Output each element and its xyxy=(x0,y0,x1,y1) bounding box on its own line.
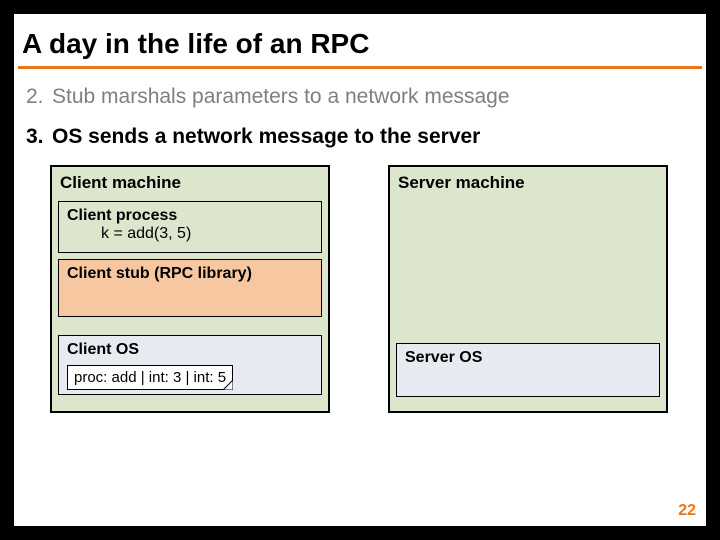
slide-title: A day in the life of an RPC xyxy=(14,14,706,66)
server-os-box: Server OS xyxy=(396,343,660,397)
client-process-box: Client process k = add(3, 5) xyxy=(58,201,322,253)
step-text: Stub marshals parameters to a network me… xyxy=(52,85,510,108)
server-os-title: Server OS xyxy=(405,349,651,367)
page-number: 22 xyxy=(678,502,696,520)
folded-corner-icon xyxy=(223,380,233,390)
rpc-diagram: Client machine Client process k = add(3,… xyxy=(50,165,684,425)
step-3: 3.OS sends a network message to the serv… xyxy=(22,121,698,161)
step-number: 3. xyxy=(26,125,52,149)
client-process-title: Client process xyxy=(67,207,313,225)
step-text: OS sends a network message to the server xyxy=(52,125,480,148)
marshalled-message: proc: add | int: 3 | int: 5 xyxy=(67,365,233,390)
client-stub-box: Client stub (RPC library) xyxy=(58,259,322,317)
client-os-box: Client OS proc: add | int: 3 | int: 5 xyxy=(58,335,322,395)
client-machine-label: Client machine xyxy=(52,167,328,197)
server-machine-box: Server machine Server OS xyxy=(388,165,668,413)
step-list: 2.Stub marshals parameters to a network … xyxy=(14,79,706,161)
step-number: 2. xyxy=(26,85,52,109)
client-os-title: Client OS xyxy=(67,341,313,359)
step-2: 2.Stub marshals parameters to a network … xyxy=(22,81,698,121)
slide: A day in the life of an RPC 2.Stub marsh… xyxy=(14,14,706,526)
server-machine-label: Server machine xyxy=(390,167,666,197)
client-machine-box: Client machine Client process k = add(3,… xyxy=(50,165,330,413)
title-underline xyxy=(18,66,702,69)
client-process-call: k = add(3, 5) xyxy=(67,225,313,243)
client-stub-title: Client stub (RPC library) xyxy=(67,265,313,283)
message-text: proc: add | int: 3 | int: 5 xyxy=(74,369,226,386)
